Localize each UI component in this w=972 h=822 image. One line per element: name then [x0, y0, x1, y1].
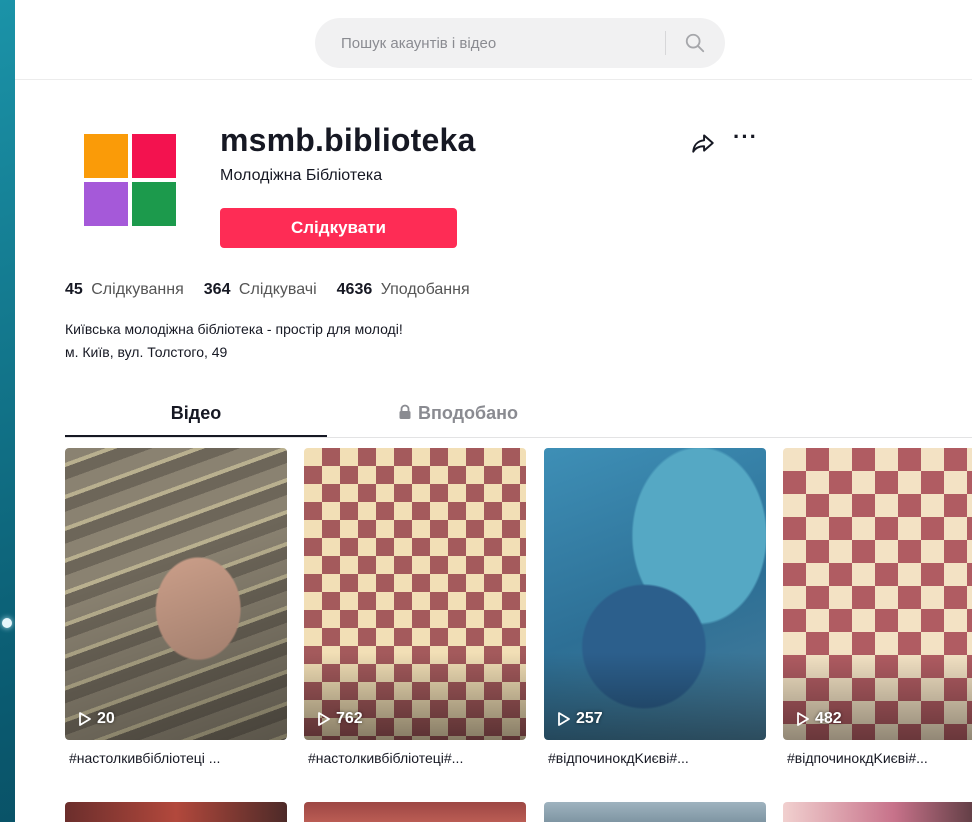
share-icon	[692, 134, 714, 153]
search-button[interactable]	[677, 28, 713, 58]
tab-videos[interactable]: Відео	[65, 403, 327, 424]
video-thumbnail[interactable]	[304, 802, 526, 822]
followers-count: 364	[203, 281, 231, 298]
top-bar	[15, 0, 972, 80]
profile-tabs: Відео Вподобано	[65, 395, 535, 439]
view-count-value: 257	[576, 710, 603, 727]
profile-page: msmb.biblioteka Молодіжна Бібліотека Слі…	[15, 0, 972, 822]
video-caption[interactable]: #настолкивбібліотеці ...	[69, 750, 283, 766]
lock-icon	[399, 404, 411, 419]
share-button[interactable]	[690, 130, 716, 156]
bio-line: м. Київ, вул. Толстого, 49	[65, 344, 228, 360]
avatar-green-tile	[132, 182, 176, 226]
likes-count: 4636	[336, 281, 373, 298]
video-thumbnail[interactable]: 20	[65, 448, 287, 740]
video-thumbnail[interactable]: 482	[783, 448, 972, 740]
view-count: 762	[316, 710, 363, 728]
profile-bio: Київська молодіжна бібліотека - простір …	[65, 318, 403, 364]
search-box	[315, 18, 725, 68]
search-input[interactable]	[341, 30, 661, 56]
video-caption[interactable]: #відпочинокдKиєві#...	[548, 750, 762, 766]
avatar-orange-tile	[84, 134, 128, 178]
play-icon	[79, 712, 91, 726]
video-thumbnail[interactable]	[65, 802, 287, 822]
followers-stat[interactable]: 364 Слідкувачі	[204, 281, 317, 299]
search-icon	[685, 33, 705, 53]
following-label: Слідкування	[91, 281, 184, 298]
video-thumbnail[interactable]	[544, 802, 766, 822]
bio-line: Київська молодіжна бібліотека - простір …	[65, 321, 403, 337]
video-thumbnail[interactable]	[783, 802, 972, 822]
video-thumbnail[interactable]: 257	[544, 448, 766, 740]
follow-button[interactable]: Слідкувати	[220, 208, 457, 248]
profile-username: msmb.biblioteka	[220, 122, 476, 158]
play-icon	[318, 712, 330, 726]
profile-stats: 45 Слідкування 364 Слідкувачі 4636 Уподо…	[65, 281, 470, 299]
avatar[interactable]	[80, 130, 186, 236]
following-stat[interactable]: 45 Слідкування	[65, 281, 184, 299]
video-caption[interactable]: #настолкивбібліотеці#...	[308, 750, 522, 766]
tab-liked[interactable]: Вподобано	[327, 403, 589, 424]
play-icon	[797, 712, 809, 726]
video-caption[interactable]: #відпочинокдKиєві#...	[787, 750, 972, 766]
view-count: 20	[77, 710, 115, 728]
likes-label: Уподобання	[380, 281, 470, 298]
tabs-divider	[65, 437, 972, 438]
video-thumbnail[interactable]: 762	[304, 448, 526, 740]
following-count: 45	[65, 281, 83, 298]
tab-liked-label: Вподобано	[417, 403, 519, 423]
ellipsis-icon: ···	[733, 124, 758, 149]
view-count: 482	[795, 710, 842, 728]
profile-nickname: Молодіжна Бібліотека	[220, 167, 383, 184]
view-count-value: 482	[815, 710, 842, 727]
search-divider	[665, 31, 666, 55]
followers-label: Слідкувачі	[238, 281, 317, 298]
view-count-value: 20	[97, 710, 115, 727]
avatar-purple-tile	[84, 182, 128, 226]
play-icon	[558, 712, 570, 726]
avatar-red-tile	[132, 134, 176, 178]
view-count-value: 762	[336, 710, 363, 727]
likes-stat: 4636 Уподобання	[337, 281, 470, 299]
view-count: 257	[556, 710, 603, 728]
more-options-button[interactable]: ···	[733, 124, 763, 150]
